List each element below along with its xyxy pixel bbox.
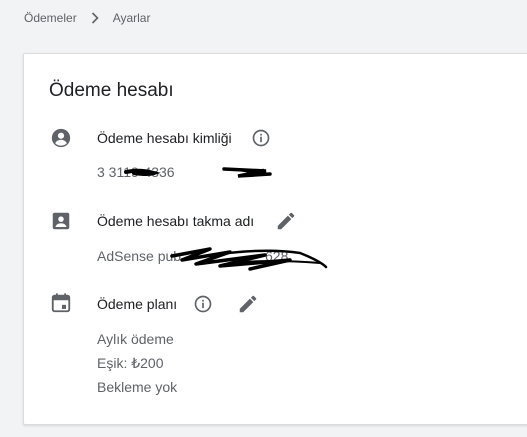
account-box-icon [50,210,72,232]
nickname-value-suffix: 628 [265,248,289,264]
payment-plan-hold: Bekleme yok [97,379,178,395]
edit-payment-plan-button[interactable] [237,293,259,315]
pencil-icon [277,212,295,230]
chevron-right-icon [91,12,101,24]
account-id-label: Ödeme hesabı kimliği [97,130,232,146]
payment-plan-threshold: Eşik: ₺200 [97,355,164,371]
breadcrumb-payments-link[interactable]: Ödemeler [24,11,77,25]
account-circle-icon [50,127,72,149]
redaction-mark [170,247,328,271]
card-title: Ödeme hesabı [49,80,174,101]
pencil-icon [239,295,257,313]
calendar-icon [50,292,72,314]
account-id-value: 3 3119-4336 [97,164,175,180]
nickname-value-prefix: AdSense pub [97,248,182,264]
payment-plan-label: Ödeme planı [97,296,178,312]
payment-account-card: Ödeme hesabı Ödeme hesabı kimliği 3 3119… [23,53,527,425]
edit-nickname-button[interactable] [275,210,297,232]
account-id-info-icon[interactable] [251,128,273,150]
nickname-label: Ödeme hesabı takma adı [97,213,255,229]
breadcrumb-current: Ayarlar [112,11,151,25]
payment-plan-info-icon[interactable] [193,294,215,316]
breadcrumb: Ödemeler Ayarlar [24,11,150,25]
payment-plan-frequency: Aylık ödeme [97,331,174,347]
